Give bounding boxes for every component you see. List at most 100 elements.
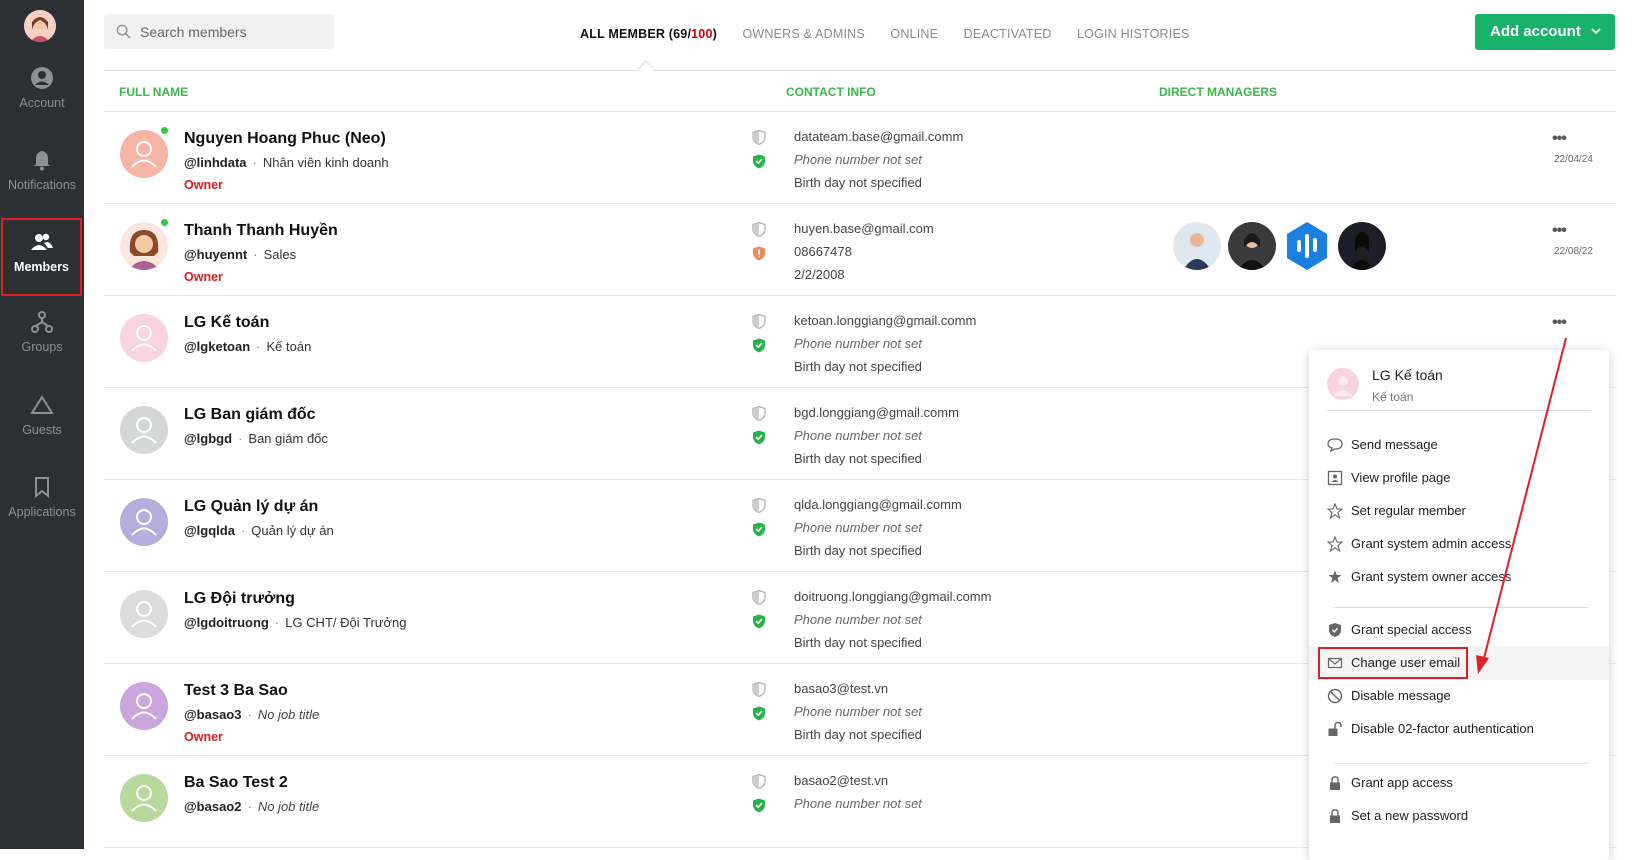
separator-dot: · <box>274 615 280 630</box>
manager-avatar[interactable] <box>1228 222 1276 270</box>
profile-card-icon <box>1327 470 1343 486</box>
groups-icon <box>31 311 53 333</box>
bell-icon <box>34 151 50 171</box>
warning-shield-icon <box>752 246 766 266</box>
member-name[interactable]: LG Quản lý dự án <box>184 498 318 516</box>
menu-user-name: LG Kế toán <box>1372 367 1443 383</box>
verified-shield-icon <box>752 798 766 818</box>
sidebar-item-groups[interactable]: Groups <box>0 310 84 388</box>
member-name[interactable]: Thanh Thanh Huyền <box>184 222 338 240</box>
verified-shield-icon <box>752 706 766 726</box>
shield-icon <box>752 221 766 242</box>
phone-text: Phone number not set <box>794 520 922 535</box>
menu-item-label: Disable message <box>1351 688 1451 703</box>
lock-icon <box>1327 775 1343 791</box>
tab-login-histories[interactable]: LOGIN HISTORIES <box>1077 27 1190 41</box>
job-title: Nhân viên kinh doanh <box>262 155 389 170</box>
menu-item-label: View profile page <box>1351 470 1451 485</box>
birthday-text: Birth day not specified <box>794 635 922 650</box>
more-options-icon[interactable]: ••• <box>1552 314 1567 332</box>
sidebar-item-notifications[interactable]: Notifications <box>0 148 84 226</box>
divider <box>1333 607 1588 608</box>
online-indicator <box>160 218 169 227</box>
menu-item-label: Set regular member <box>1351 503 1466 518</box>
menu-item-label: Grant app access <box>1351 775 1453 790</box>
email-text: basao3@test.vn <box>794 681 889 696</box>
member-name[interactable]: Ba Sao Test 2 <box>184 774 288 792</box>
username: @basao3 <box>184 707 242 722</box>
member-name[interactable]: Test 3 Ba Sao <box>184 682 288 700</box>
shield-icon <box>752 313 766 334</box>
chevron-down-icon[interactable] <box>1591 28 1601 35</box>
shield-icon <box>752 405 766 426</box>
tab-owners-admins[interactable]: OWNERS & ADMINS <box>742 27 864 41</box>
tab-all-member[interactable]: ALL MEMBER (69/100) <box>580 27 717 41</box>
triangle-icon <box>30 395 54 414</box>
manager-avatar[interactable] <box>1173 222 1221 270</box>
table-row[interactable]: Nguyen Hoang Phuc (Neo) @linhdata · Nhân vi… <box>104 112 1616 204</box>
avatar[interactable] <box>120 406 168 454</box>
manager-avatar[interactable] <box>1338 222 1386 270</box>
menu-item-disable-message[interactable]: Disable message <box>1309 679 1609 713</box>
member-name[interactable]: LG Đội trưởng <box>184 590 295 608</box>
avatar[interactable] <box>120 222 168 270</box>
birthday-text: 2/2/2008 <box>794 267 845 282</box>
avatar[interactable] <box>120 682 168 730</box>
table-row[interactable]: Thanh Thanh Huyền @huyennt · Sales Owner huye… <box>104 204 1616 296</box>
header-direct-managers[interactable]: DIRECT MANAGERS <box>1159 85 1277 99</box>
menu-item-send-message[interactable]: Send message <box>1309 428 1609 462</box>
member-subline: @lgketoan · Kế toán <box>184 339 311 354</box>
verified-shield-icon <box>752 614 766 634</box>
header-full-name[interactable]: FULL NAME <box>119 85 188 99</box>
menu-item-set-a-new-password[interactable]: Set a new password <box>1309 799 1609 833</box>
avatar[interactable] <box>120 314 168 362</box>
avatar[interactable] <box>120 130 168 178</box>
menu-avatar <box>1327 368 1359 400</box>
member-name[interactable]: LG Kế toán <box>184 314 269 332</box>
phone-text: Phone number not set <box>794 612 922 627</box>
sidebar-item-guests[interactable]: Guests <box>0 393 84 471</box>
sidebar-item-label: Groups <box>21 340 63 354</box>
menu-item-label: Set a new password <box>1351 808 1469 823</box>
date-text: 22/08/22 <box>1554 246 1593 257</box>
header-contact-info[interactable]: CONTACT INFO <box>786 85 876 99</box>
more-options-icon[interactable]: ••• <box>1552 130 1567 148</box>
sidebar-item-members[interactable]: Members <box>1 218 82 296</box>
shield-icon <box>752 681 766 702</box>
tab-all-suffix: ) <box>712 27 717 41</box>
avatar[interactable] <box>120 590 168 638</box>
menu-item-disable-02-factor-authentication[interactable]: Disable 02-factor authentication <box>1309 712 1609 746</box>
email-text: ketoan.longgiang@gmail.comm <box>794 313 977 328</box>
add-account-button[interactable]: Add account <box>1475 14 1615 50</box>
star-outline-icon <box>1326 535 1344 553</box>
username: @basao2 <box>184 799 242 814</box>
avatar[interactable] <box>120 498 168 546</box>
avatar[interactable] <box>120 774 168 822</box>
birthday-text: Birth day not specified <box>794 359 922 374</box>
username: @lgdoitruong <box>184 615 269 630</box>
phone-text: Phone number not set <box>794 336 922 351</box>
search-input[interactable] <box>140 14 325 49</box>
ban-icon <box>1327 688 1343 704</box>
menu-item-grant-special-access[interactable]: Grant special access <box>1309 613 1609 647</box>
menu-item-grant-system-admin-access[interactable]: Grant system admin access <box>1309 527 1609 561</box>
member-name[interactable]: Nguyen Hoang Phuc (Neo) <box>184 130 386 148</box>
username: @linhdata <box>184 155 247 170</box>
sidebar-item-label: Applications <box>8 505 76 519</box>
more-options-icon[interactable]: ••• <box>1552 222 1567 240</box>
job-title: LG CHT/ Đội Trưởng <box>285 615 407 630</box>
divider <box>1333 763 1588 764</box>
menu-item-set-regular-member[interactable]: Set regular member <box>1309 494 1609 528</box>
menu-item-view-profile-page[interactable]: View profile page <box>1309 461 1609 495</box>
menu-item-grant-system-owner-access[interactable]: Grant system owner access <box>1309 560 1609 594</box>
tab-deactivated[interactable]: DEACTIVATED <box>964 27 1052 41</box>
member-name[interactable]: LG Ban giám đốc <box>184 406 316 424</box>
menu-item-grant-app-access[interactable]: Grant app access <box>1309 766 1609 800</box>
sidebar-item-account[interactable]: Account <box>0 66 84 144</box>
verified-shield-icon <box>752 430 766 450</box>
user-avatar[interactable] <box>24 10 56 42</box>
sidebar-item-applications[interactable]: Applications <box>0 475 84 553</box>
menu-item-change-user-email[interactable]: Change user email <box>1309 646 1609 680</box>
tab-online[interactable]: ONLINE <box>890 27 938 41</box>
manager-logo[interactable] <box>1283 222 1331 270</box>
